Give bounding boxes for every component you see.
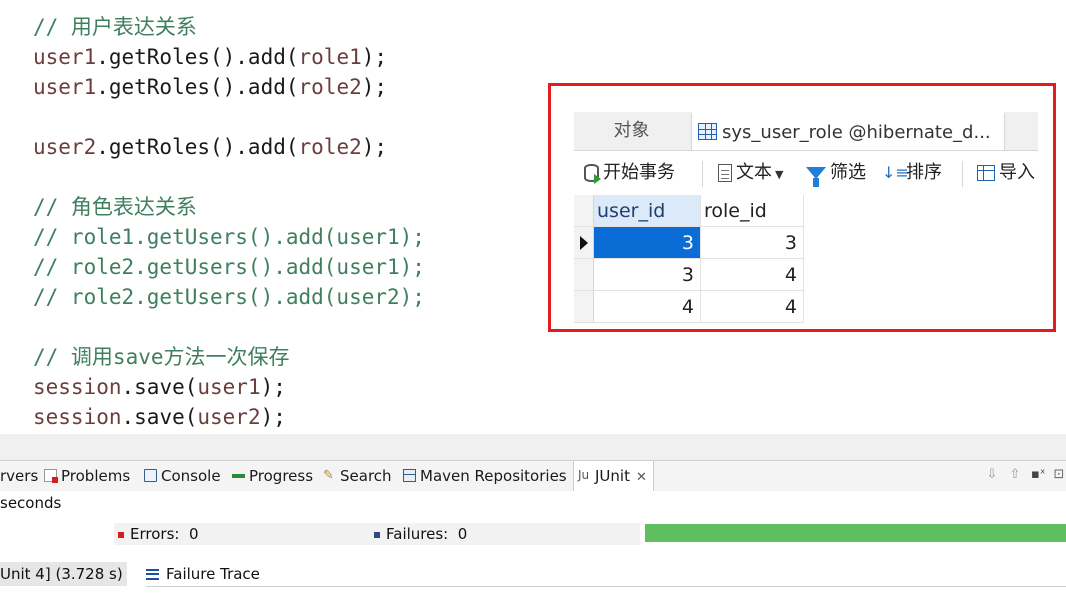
code-line: user2.getRoles().add(role2); [33, 132, 387, 162]
code-call: .save( [121, 405, 198, 429]
code-comment: // role2.getUsers().add(user2); [33, 285, 425, 309]
code-argument: role2 [298, 135, 362, 159]
repository-icon [403, 469, 416, 482]
code-comment: // role2.getUsers().add(user1); [33, 255, 425, 279]
views-tab-bar: rvers Problems Console Progress ✎ Search … [0, 460, 1066, 492]
code-comment: // 调用save方法一次保存 [33, 345, 290, 369]
errors-label: Errors: [130, 525, 180, 543]
tab-servers[interactable]: rvers [0, 461, 38, 491]
junit-progress-bar [645, 524, 1066, 542]
tab-console-label: Console [161, 467, 221, 485]
failure-trace-label: Failure Trace [166, 565, 260, 583]
console-icon [144, 469, 157, 482]
errors-counter: Errors: 0 [118, 523, 199, 545]
tab-maven-repositories[interactable]: Maven Repositories [403, 461, 567, 491]
tab-progress-label: Progress [249, 467, 314, 485]
code-end: ); [361, 135, 388, 159]
junit-icon: Ju [578, 468, 590, 482]
code-end: ); [361, 45, 388, 69]
test-run-tree-item[interactable]: Unit 4] (3.728 s) [0, 562, 127, 586]
stack-trace-icon [146, 569, 159, 580]
failures-label: Failures: [386, 525, 449, 543]
tab-progress[interactable]: Progress [232, 461, 313, 491]
trace-divider [146, 586, 1066, 587]
tab-console[interactable]: Console [144, 461, 221, 491]
code-variable: session [33, 375, 122, 399]
show-failures-only-icon[interactable]: ▪ˣ [1031, 467, 1046, 483]
tab-maven-label: Maven Repositories [420, 467, 567, 485]
code-comment: // 角色表达关系 [33, 195, 197, 219]
previous-failure-icon[interactable]: ⇧ [1008, 467, 1022, 483]
code-argument: role2 [298, 75, 362, 99]
code-call: .getRoles().add( [96, 75, 299, 99]
failures-counter: Failures: 0 [374, 523, 467, 545]
tab-problems-label: Problems [61, 467, 131, 485]
code-variable: user2 [33, 135, 97, 159]
code-argument: role1 [298, 45, 362, 69]
errors-value: 0 [188, 525, 199, 543]
junit-view: seconds Errors: 0 Failures: 0 Unit 4] (3… [0, 491, 1066, 598]
code-end: ); [361, 75, 388, 99]
tab-junit[interactable]: Ju JUnit ✕ [573, 461, 654, 492]
tab-search[interactable]: ✎ Search [323, 461, 392, 491]
code-argument: user2 [197, 405, 261, 429]
code-call: .getRoles().add( [96, 45, 299, 69]
search-icon: ✎ [323, 468, 334, 483]
code-line: session.save(user2); [33, 402, 286, 432]
code-call: .save( [121, 375, 198, 399]
code-line: user1.getRoles().add(role2); [33, 72, 387, 102]
problems-icon [44, 469, 58, 483]
tab-problems[interactable]: Problems [44, 461, 130, 491]
panel-separator [0, 434, 1066, 460]
code-end: ); [260, 375, 286, 399]
code-variable: user1 [33, 75, 97, 99]
code-end: ); [260, 405, 286, 429]
code-comment: // 用户表达关系 [33, 15, 197, 39]
code-argument: user1 [197, 375, 261, 399]
error-icon [118, 531, 124, 538]
code-variable: session [33, 405, 122, 429]
code-comment: // role1.getUsers().add(user1); [33, 225, 425, 249]
code-variable: user1 [33, 45, 97, 69]
next-failure-icon[interactable]: ⇩ [985, 467, 999, 483]
close-icon[interactable]: ✕ [636, 470, 647, 485]
red-highlight-box [548, 83, 1056, 332]
code-call: .getRoles().add( [96, 135, 299, 159]
failures-value: 0 [457, 525, 468, 543]
tab-junit-label: JUnit [595, 467, 630, 485]
progress-icon [232, 469, 245, 482]
failure-icon [374, 531, 380, 538]
code-line: user1.getRoles().add(role1); [33, 42, 387, 72]
failure-trace-header: Failure Trace [146, 562, 260, 586]
scroll-lock-icon[interactable]: ⊡ [1052, 467, 1066, 483]
run-time-text: seconds [0, 494, 62, 512]
code-line: session.save(user1); [33, 372, 286, 402]
tab-search-label: Search [340, 467, 392, 485]
